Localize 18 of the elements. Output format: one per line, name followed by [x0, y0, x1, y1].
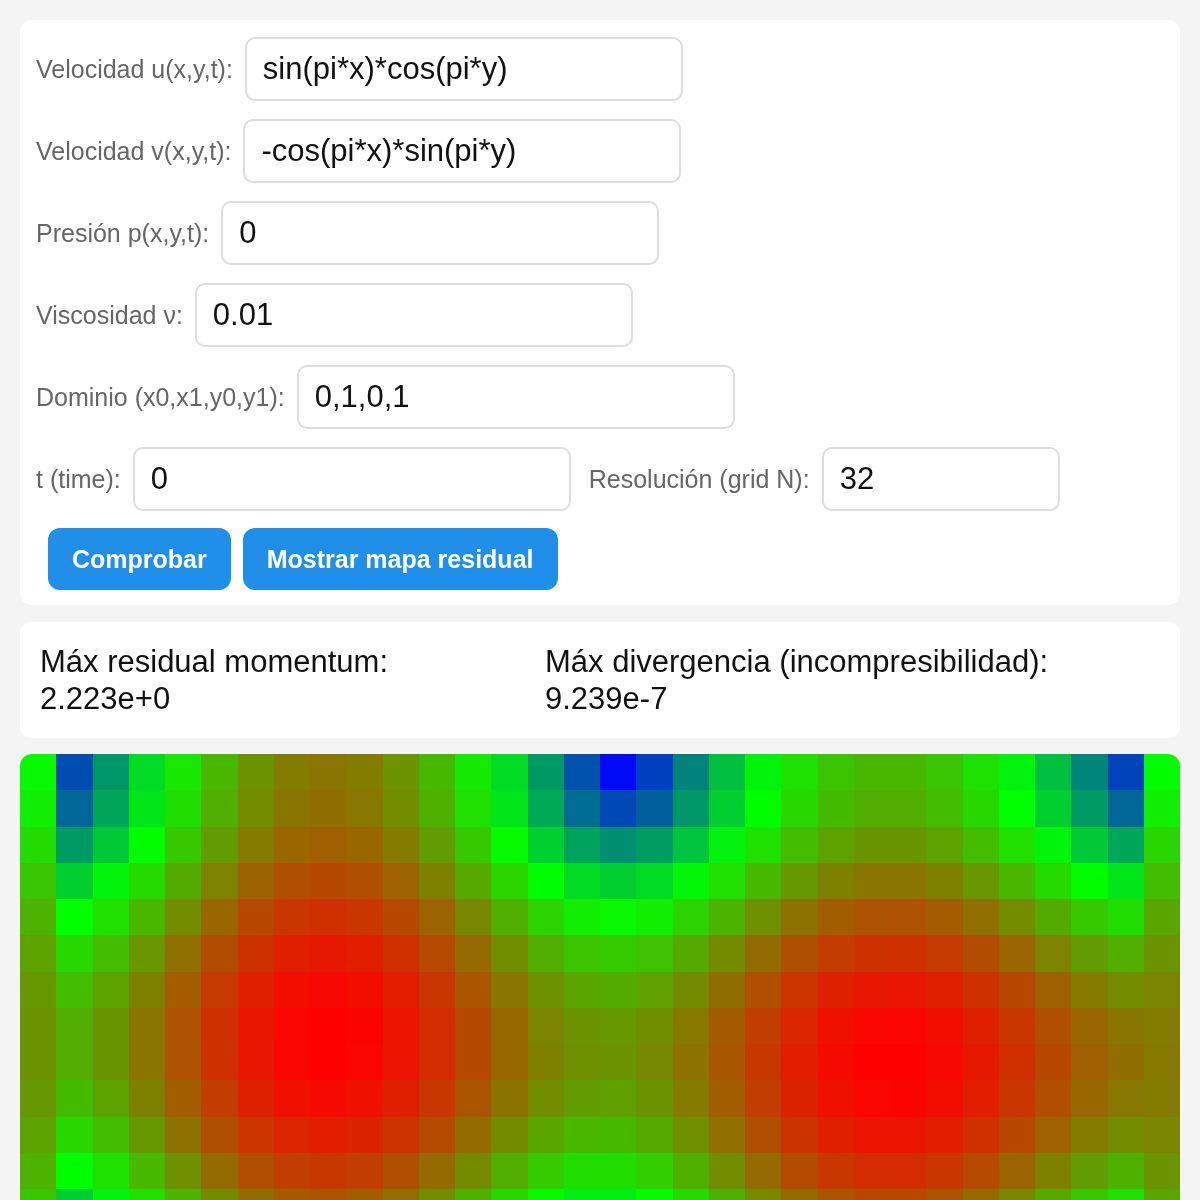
field-label: t (time):	[36, 464, 121, 494]
result-label: Máx residual momentum:	[40, 643, 389, 680]
result-label: Máx divergencia (incompresibilidad):	[545, 643, 1050, 680]
field-label: Viscosidad ν:	[36, 300, 183, 330]
input-field[interactable]: -cos(pi*x)*sin(pi*y)	[243, 119, 682, 183]
field-label: Velocidad u(x,y,t):	[36, 54, 233, 84]
input-field[interactable]: 0	[132, 447, 571, 511]
input-field[interactable]: 0.01	[194, 283, 633, 347]
result-value: 2.223e+0	[40, 680, 172, 717]
field-label: Resolución (grid N):	[588, 464, 810, 494]
input-field[interactable]: 0	[221, 201, 660, 265]
input-field[interactable]: sin(pi*x)*cos(pi*y)	[244, 37, 683, 101]
input-field[interactable]: 32	[821, 447, 1060, 511]
field-label: Dominio (x0,x1,y0,y1):	[36, 382, 285, 412]
field-label: Velocidad v(x,y,t):	[36, 136, 232, 166]
result-value: 9.239e-7	[545, 680, 669, 717]
field-label: Presión p(x,y,t):	[36, 218, 210, 248]
input-field[interactable]: 0,1,0,1	[296, 365, 735, 429]
